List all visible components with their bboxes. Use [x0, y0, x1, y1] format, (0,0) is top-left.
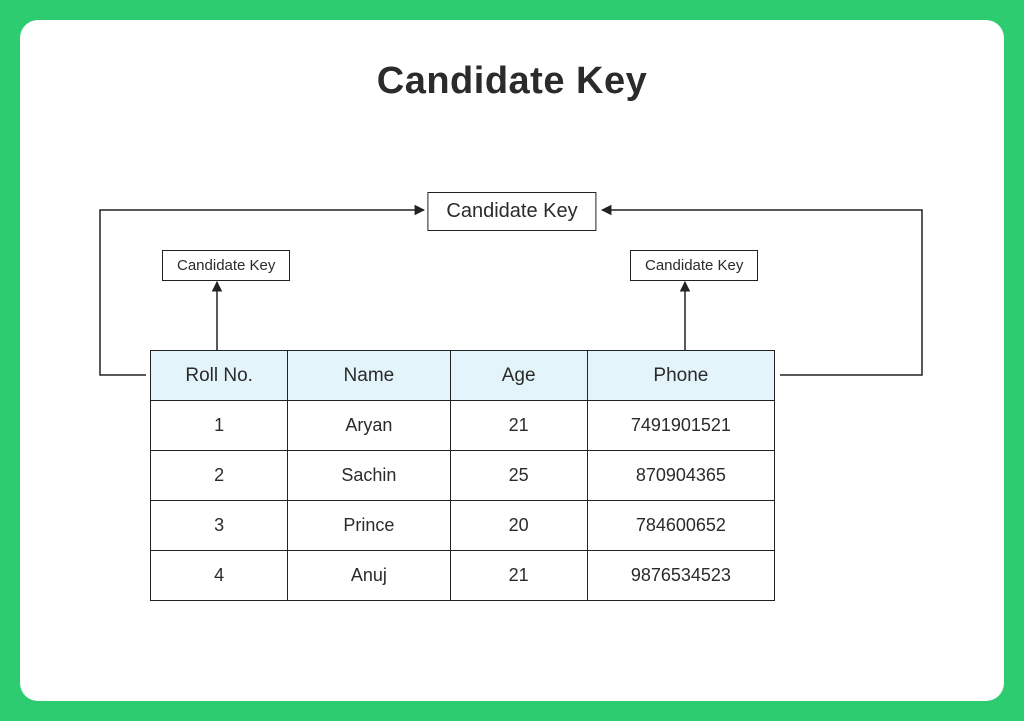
- col-header-age: Age: [450, 351, 587, 401]
- cell-phone: 7491901521: [587, 401, 774, 451]
- table-row: 2 Sachin 25 870904365: [151, 451, 775, 501]
- diagram-canvas: Candidate Key Candidate Key Candidate Ke…: [20, 20, 1004, 701]
- cell-age: 21: [450, 551, 587, 601]
- cell-roll: 4: [151, 551, 288, 601]
- table-row: 3 Prince 20 784600652: [151, 501, 775, 551]
- cell-phone: 784600652: [587, 501, 774, 551]
- candidate-key-top-label: Candidate Key: [427, 192, 596, 231]
- cell-age: 21: [450, 401, 587, 451]
- cell-roll: 3: [151, 501, 288, 551]
- cell-name: Sachin: [288, 451, 450, 501]
- cell-name: Anuj: [288, 551, 450, 601]
- cell-phone: 9876534523: [587, 551, 774, 601]
- col-header-rollno: Roll No.: [151, 351, 288, 401]
- cell-roll: 2: [151, 451, 288, 501]
- cell-name: Aryan: [288, 401, 450, 451]
- table-header-row: Roll No. Name Age Phone: [151, 351, 775, 401]
- candidate-key-left-label: Candidate Key: [162, 250, 290, 281]
- candidate-key-right-label: Candidate Key: [630, 250, 758, 281]
- table-row: 1 Aryan 21 7491901521: [151, 401, 775, 451]
- cell-age: 20: [450, 501, 587, 551]
- col-header-phone: Phone: [587, 351, 774, 401]
- col-header-name: Name: [288, 351, 450, 401]
- cell-name: Prince: [288, 501, 450, 551]
- student-table: Roll No. Name Age Phone 1 Aryan 21 74919…: [150, 350, 775, 601]
- table-row: 4 Anuj 21 9876534523: [151, 551, 775, 601]
- cell-roll: 1: [151, 401, 288, 451]
- page-title: Candidate Key: [20, 60, 1004, 103]
- cell-age: 25: [450, 451, 587, 501]
- cell-phone: 870904365: [587, 451, 774, 501]
